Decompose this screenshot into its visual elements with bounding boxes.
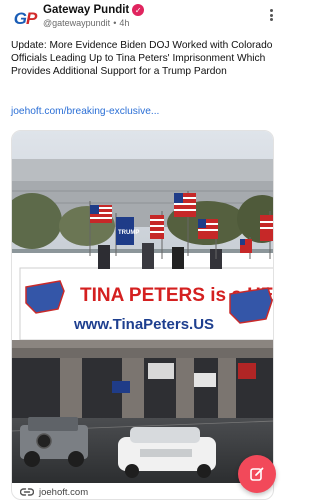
link-icon bbox=[20, 488, 34, 496]
compose-icon bbox=[250, 467, 264, 481]
avatar[interactable]: GP bbox=[11, 5, 39, 33]
author-name[interactable]: Gateway Pundit bbox=[43, 4, 129, 16]
post-header: GP Gateway Pundit ✓ @gatewaypundit • 4h bbox=[11, 3, 277, 33]
preview-photo: TINA PETERS is a HERO!! www.TinaPeters.U… bbox=[12, 131, 273, 483]
more-options-icon[interactable] bbox=[267, 7, 275, 23]
compose-button[interactable] bbox=[238, 455, 276, 493]
card-domain: joehoft.com bbox=[39, 486, 89, 498]
banner-line2: www.TinaPeters.US bbox=[73, 316, 214, 333]
author-meta: @gatewaypundit • 4h bbox=[43, 18, 129, 28]
link-preview-card[interactable]: TINA PETERS is a HERO!! www.TinaPeters.U… bbox=[11, 130, 274, 500]
verified-badge-icon: ✓ bbox=[132, 4, 145, 16]
meta-separator: • bbox=[113, 18, 117, 28]
author-handle: @gatewaypundit bbox=[43, 18, 111, 28]
author-name-row: Gateway Pundit ✓ bbox=[43, 4, 145, 16]
card-footer[interactable]: joehoft.com bbox=[12, 483, 273, 499]
flag-text: TRUMP bbox=[118, 230, 139, 236]
avatar-logo: GP bbox=[13, 9, 38, 28]
post-link[interactable]: joehoft.com/breaking-exclusive... bbox=[11, 106, 159, 117]
post-time: 4h bbox=[119, 18, 130, 28]
post-text: Update: More Evidence Biden DOJ Worked w… bbox=[11, 40, 273, 77]
